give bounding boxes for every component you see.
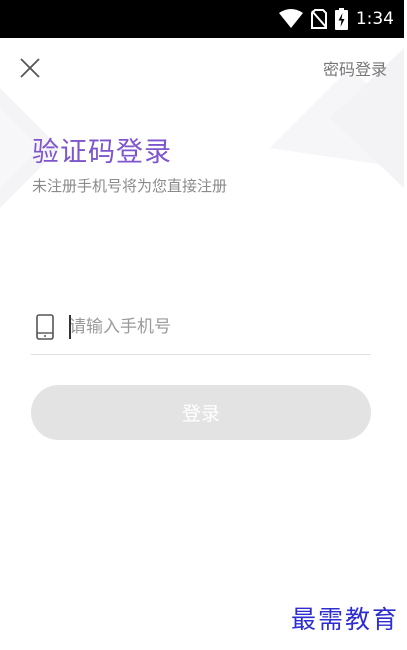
status-icons: 1:34	[278, 0, 394, 38]
phone-icon	[36, 314, 54, 340]
battery-charging-icon	[334, 8, 348, 30]
page-subtitle: 未注册手机号将为您直接注册	[32, 177, 228, 195]
password-login-link[interactable]: 密码登录	[323, 56, 387, 80]
text-cursor	[69, 315, 71, 339]
wifi-icon	[278, 9, 303, 29]
login-button[interactable]: 登录	[31, 385, 371, 440]
page-title: 验证码登录	[32, 137, 172, 168]
status-bar: 1:34	[0, 0, 404, 38]
phone-input-row	[31, 300, 371, 355]
no-sim-icon	[310, 9, 327, 29]
close-button[interactable]	[16, 54, 44, 82]
close-icon	[20, 58, 40, 78]
phone-input[interactable]	[69, 310, 365, 344]
status-time: 1:34	[355, 9, 394, 29]
watermark: 最需教育	[290, 605, 399, 634]
